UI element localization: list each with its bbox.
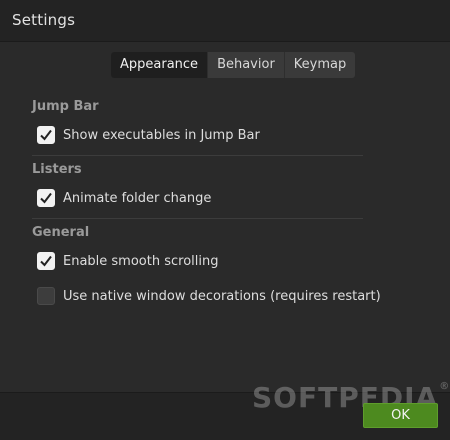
checkbox-animate-folder-change[interactable] xyxy=(37,189,55,207)
option-native-window-decorations[interactable]: Use native window decorations (requires … xyxy=(37,286,381,306)
tab-bar: Appearance Behavior Keymap xyxy=(111,52,356,78)
option-label: Show executables in Jump Bar xyxy=(63,127,260,143)
check-icon xyxy=(40,129,52,141)
tab-keymap[interactable]: Keymap xyxy=(283,52,355,78)
option-show-executables[interactable]: Show executables in Jump Bar xyxy=(37,125,260,145)
option-label: Animate folder change xyxy=(63,190,212,206)
divider xyxy=(32,218,363,219)
option-animate-folder-change[interactable]: Animate folder change xyxy=(37,188,211,208)
option-label: Use native window decorations (requires … xyxy=(63,288,381,304)
checkbox-native-window-decorations[interactable] xyxy=(37,287,55,305)
title-bar: Settings xyxy=(0,0,450,42)
option-smooth-scrolling[interactable]: Enable smooth scrolling xyxy=(37,251,219,271)
section-label-general: General xyxy=(32,225,90,240)
section-label-listers: Listers xyxy=(32,162,82,177)
checkbox-show-executables[interactable] xyxy=(37,126,55,144)
settings-window: Settings Appearance Behavior Keymap Jump… xyxy=(0,0,450,440)
check-icon xyxy=(40,255,52,267)
checkbox-smooth-scrolling[interactable] xyxy=(37,252,55,270)
check-icon xyxy=(40,192,52,204)
divider xyxy=(32,155,363,156)
option-label: Enable smooth scrolling xyxy=(63,253,219,269)
window-title: Settings xyxy=(12,11,76,29)
ok-button[interactable]: OK xyxy=(363,403,438,428)
tab-behavior[interactable]: Behavior xyxy=(207,52,284,78)
section-label-jump-bar: Jump Bar xyxy=(32,99,99,114)
tab-appearance[interactable]: Appearance xyxy=(111,52,208,78)
